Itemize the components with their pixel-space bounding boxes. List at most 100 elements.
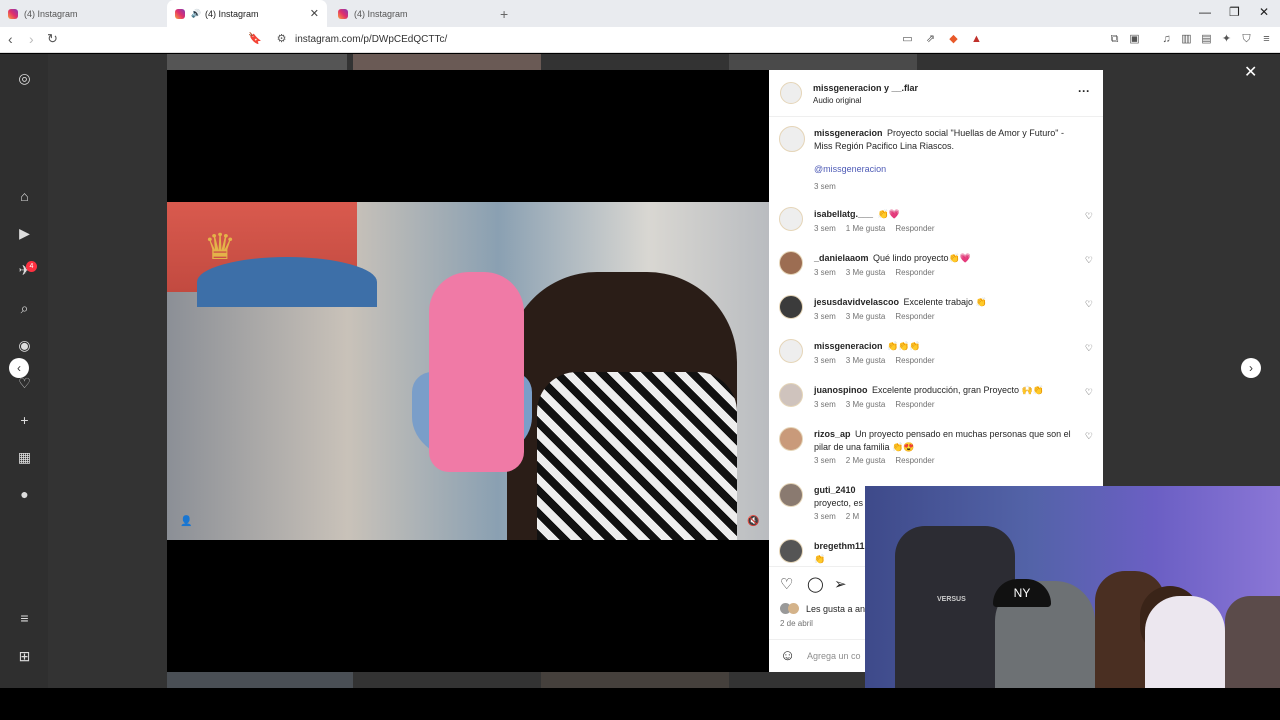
sidebar-toggle-icon[interactable]: ▥ xyxy=(1180,33,1193,46)
comment-username[interactable]: jesusdavidvelascoo xyxy=(814,297,899,307)
next-post-chevron-icon[interactable]: › xyxy=(1241,358,1261,378)
avatar[interactable] xyxy=(779,483,803,507)
comment-likes[interactable]: 3 Me gusta xyxy=(846,400,886,409)
restore-icon[interactable]: ❐ xyxy=(1229,5,1240,19)
avatar[interactable] xyxy=(779,295,803,319)
more-options-icon[interactable]: ··· xyxy=(1078,84,1090,98)
comment-likes[interactable]: 3 Me gusta xyxy=(846,268,886,277)
like-comment-heart-icon[interactable]: ♡ xyxy=(1085,299,1093,310)
avatar[interactable] xyxy=(779,251,803,275)
reels-icon[interactable]: ▶ xyxy=(16,225,33,242)
tab-search-icon[interactable]: ▣ xyxy=(1128,33,1141,46)
media-icon[interactable]: ♫ xyxy=(1160,33,1173,46)
back-icon[interactable]: ‹ xyxy=(8,31,13,47)
post-date: 2 de abril xyxy=(780,619,813,628)
like-comment-heart-icon[interactable]: ♡ xyxy=(1085,387,1093,398)
comment-username[interactable]: bregethm11 xyxy=(814,541,865,551)
tagged-users-icon[interactable]: 👤 xyxy=(180,516,192,527)
likers-avatars[interactable] xyxy=(780,603,802,615)
comment-text: Excelente producción, gran Proyecto 🙌👏 xyxy=(871,385,1044,395)
forward-icon[interactable]: › xyxy=(29,31,34,47)
reply-button[interactable]: Responder xyxy=(895,400,934,409)
grid-thumbnail xyxy=(167,672,353,688)
bottom-black-bar xyxy=(0,688,1280,720)
crown-logo-icon: ♛ xyxy=(203,226,237,267)
explore-icon[interactable]: ◉ xyxy=(16,337,33,354)
extensions-icon[interactable]: ⧉ xyxy=(1108,33,1121,46)
avatar[interactable] xyxy=(779,383,803,407)
minimize-icon[interactable]: — xyxy=(1199,5,1211,19)
caption-username[interactable]: missgeneracion xyxy=(814,128,883,138)
audio-label[interactable]: Audio original xyxy=(813,96,861,105)
home-icon[interactable]: ⌂ xyxy=(16,188,33,205)
vpn-icon[interactable]: ⛉ xyxy=(1240,33,1253,46)
comment-icon[interactable]: ◯ xyxy=(807,575,824,593)
address-bar[interactable]: instagram.com/p/DWpCEdQCTTc/ xyxy=(295,34,447,45)
reply-button[interactable]: Responder xyxy=(895,312,934,321)
speaker-icon[interactable]: 🔊 xyxy=(191,9,201,18)
search-icon[interactable]: ⌕ xyxy=(16,300,33,317)
share-icon[interactable]: ⇗ xyxy=(924,33,937,46)
add-comment-input[interactable]: Agrega un co xyxy=(807,651,861,661)
wallet-icon[interactable]: ▤ xyxy=(1200,33,1213,46)
reply-button[interactable]: Responder xyxy=(895,268,934,277)
browser-toolbar: ‹ › ↻ 🔖 ⚙ instagram.com/p/DWpCEdQCTTc/ ▭… xyxy=(0,27,1280,53)
bookmark-icon[interactable]: 🔖 xyxy=(248,33,262,46)
like-heart-icon[interactable]: ♡ xyxy=(780,575,793,593)
post-authors[interactable]: missgeneracion y __.flar xyxy=(813,83,918,93)
browser-tab[interactable]: (4) Instagram xyxy=(8,0,166,27)
comment-likes[interactable]: 1 Me gusta xyxy=(846,224,886,233)
video-frame[interactable] xyxy=(167,202,769,540)
menu-icon[interactable]: ≡ xyxy=(1260,33,1273,46)
mute-icon[interactable]: 🔇 xyxy=(747,516,759,527)
leo-icon[interactable]: ✦ xyxy=(1220,33,1233,46)
instagram-logo-icon[interactable]: ◎ xyxy=(16,70,33,87)
browser-tab[interactable]: (4) Instagram xyxy=(338,0,496,27)
share-send-icon[interactable]: ➢ xyxy=(834,575,847,593)
reply-button[interactable]: Responder xyxy=(895,356,934,365)
comment-username[interactable]: juanospinoo xyxy=(814,385,868,395)
avatar[interactable] xyxy=(779,539,803,563)
reply-button[interactable]: Responder xyxy=(895,456,934,465)
comment-username[interactable]: guti_2410 xyxy=(814,485,856,495)
reply-button[interactable]: Responder xyxy=(895,224,934,233)
more-menu-icon[interactable]: ≡ xyxy=(16,610,33,627)
likes-summary[interactable]: Les gusta a an xyxy=(806,604,865,614)
close-window-icon[interactable]: ✕ xyxy=(1259,5,1269,19)
profile-avatar-icon[interactable]: ● xyxy=(16,486,33,503)
like-comment-heart-icon[interactable]: ♡ xyxy=(1085,255,1093,266)
dashboard-icon[interactable]: ▦ xyxy=(16,449,33,466)
comment-text: 👏💗 xyxy=(877,209,900,219)
like-comment-heart-icon[interactable]: ♡ xyxy=(1085,343,1093,354)
also-from-meta-icon[interactable]: ⊞ xyxy=(16,648,33,665)
avatar[interactable] xyxy=(779,339,803,363)
mention-link[interactable]: @missgeneracion xyxy=(814,164,886,174)
close-tab-icon[interactable]: ✕ xyxy=(310,7,319,20)
comment-likes[interactable]: 2 M xyxy=(846,512,859,521)
create-icon[interactable]: + xyxy=(16,412,33,429)
brave-shield-icon[interactable]: ◆ xyxy=(947,33,960,46)
comment-likes[interactable]: 3 Me gusta xyxy=(846,312,886,321)
site-settings-icon[interactable]: ⚙ xyxy=(275,33,288,46)
previous-post-chevron-icon[interactable]: ‹ xyxy=(9,358,29,378)
avatar[interactable] xyxy=(779,427,803,451)
avatar[interactable] xyxy=(779,207,803,231)
comment-likes[interactable]: 3 Me gusta xyxy=(846,356,886,365)
comment-username[interactable]: _danielaaom xyxy=(814,253,869,263)
avatar[interactable] xyxy=(779,126,805,152)
comment-username[interactable]: rizos_ap xyxy=(814,429,851,439)
grid-thumbnail xyxy=(353,54,541,70)
brave-rewards-icon[interactable]: ▲ xyxy=(970,33,983,46)
reload-icon[interactable]: ↻ xyxy=(47,31,58,47)
comment-username[interactable]: missgeneracion xyxy=(814,341,883,351)
comment-likes[interactable]: 2 Me gusta xyxy=(846,456,886,465)
emoji-icon[interactable]: ☺ xyxy=(780,647,795,664)
avatar[interactable] xyxy=(780,82,802,104)
browser-tab-active[interactable]: 🔊 (4) Instagram ✕ xyxy=(167,0,327,27)
like-comment-heart-icon[interactable]: ♡ xyxy=(1085,431,1093,442)
cast-icon[interactable]: ▭ xyxy=(901,33,914,46)
comment-username[interactable]: isabellatg.___ xyxy=(814,209,873,219)
close-modal-icon[interactable]: ✕ xyxy=(1244,62,1257,82)
like-comment-heart-icon[interactable]: ♡ xyxy=(1085,211,1093,222)
new-tab-icon[interactable]: + xyxy=(500,6,508,22)
